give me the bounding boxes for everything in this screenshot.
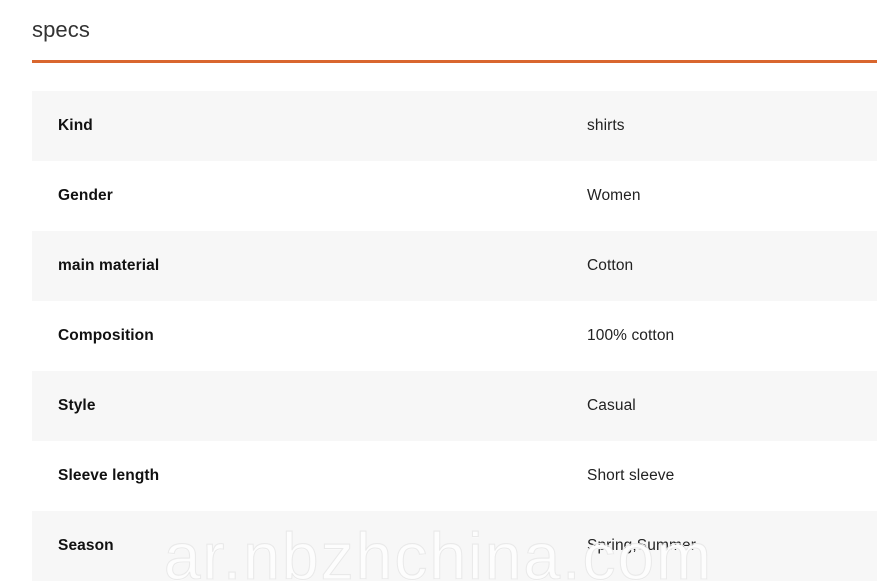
- header-divider: [32, 60, 877, 63]
- table-row: Gender Women: [32, 161, 877, 231]
- specs-panel: specs Kind shirts Gender Women main mate…: [0, 0, 877, 588]
- spec-value: Women: [587, 187, 641, 204]
- spec-label: Composition: [58, 327, 154, 344]
- spec-label: main material: [58, 257, 160, 274]
- table-row: Composition 100% cotton: [32, 301, 877, 371]
- spec-label: Kind: [58, 117, 93, 134]
- page-title: specs: [32, 17, 90, 42]
- spec-label: Gender: [58, 187, 113, 204]
- specs-table: Kind shirts Gender Women main material C…: [0, 91, 877, 581]
- spec-value: shirts: [587, 117, 625, 134]
- spec-label: Style: [58, 397, 96, 414]
- table-row: Sleeve length Short sleeve: [32, 441, 877, 511]
- spec-value: Casual: [587, 397, 636, 414]
- specs-header: specs: [32, 8, 877, 60]
- table-row: Kind shirts: [32, 91, 877, 161]
- table-row: main material Cotton: [32, 231, 877, 301]
- spec-value: 100% cotton: [587, 327, 675, 344]
- spec-label: Season: [58, 537, 114, 554]
- spec-value: Spring,Summer: [587, 537, 696, 554]
- table-row: Season Spring,Summer: [32, 511, 877, 581]
- spec-label: Sleeve length: [58, 467, 160, 484]
- spec-value: Short sleeve: [587, 467, 675, 484]
- spec-value: Cotton: [587, 257, 634, 274]
- table-row: Style Casual: [32, 371, 877, 441]
